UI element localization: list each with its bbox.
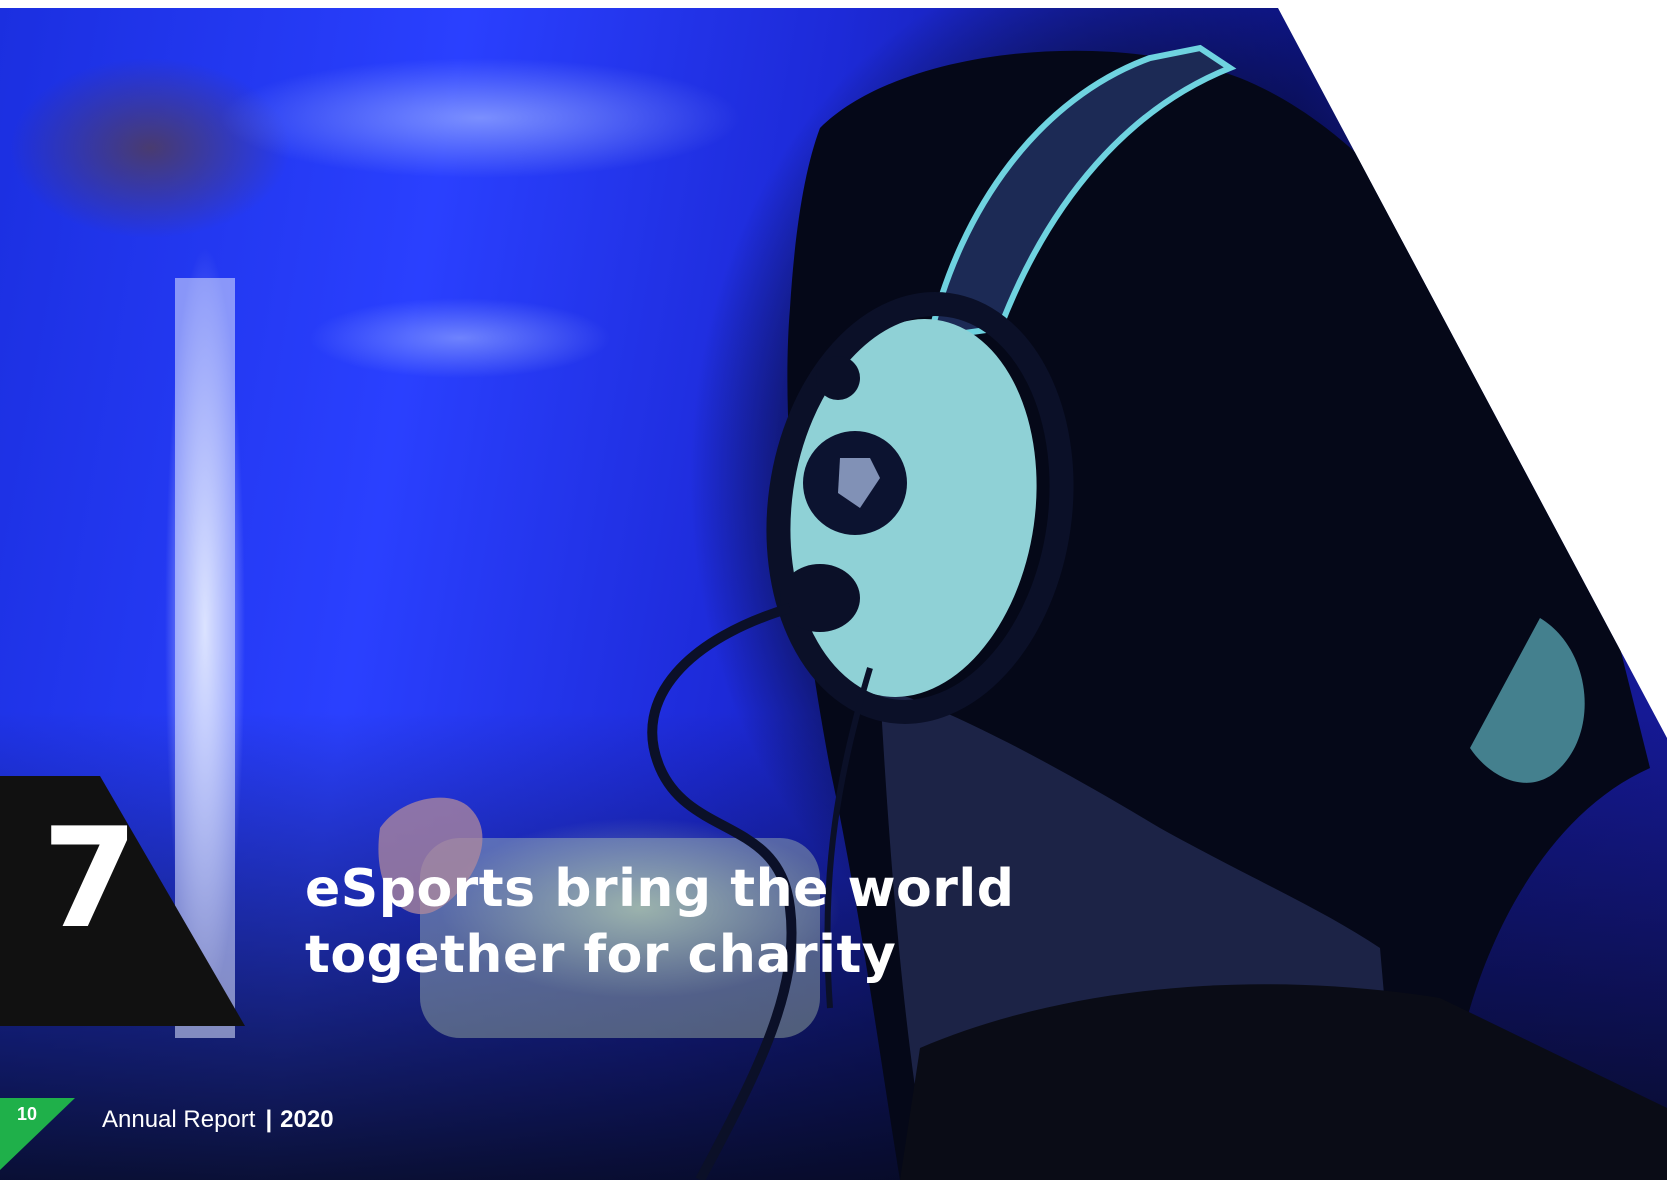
hero-photo [0,8,1667,1180]
headline-line-2: together for charity [305,925,897,985]
headset-mic-base [780,564,860,632]
footer-year: 2020 [280,1106,334,1133]
headset-knob [816,356,860,400]
headline-line-1: eSports bring the world [305,859,1015,919]
chapter-number: 7 [42,798,138,959]
page-number: 10 [17,1104,38,1124]
footer-separator: | [265,1106,273,1133]
photo-illustration [175,44,1667,1180]
report-page: 7 eSports bring the world together for c… [0,0,1667,1180]
footer-report-title: Annual Report | 2020 [102,1106,334,1134]
chapter-headline: eSports bring the world together for cha… [305,856,1014,988]
page-number-badge [0,1098,75,1170]
footer-report-label: Annual Report [102,1106,256,1133]
